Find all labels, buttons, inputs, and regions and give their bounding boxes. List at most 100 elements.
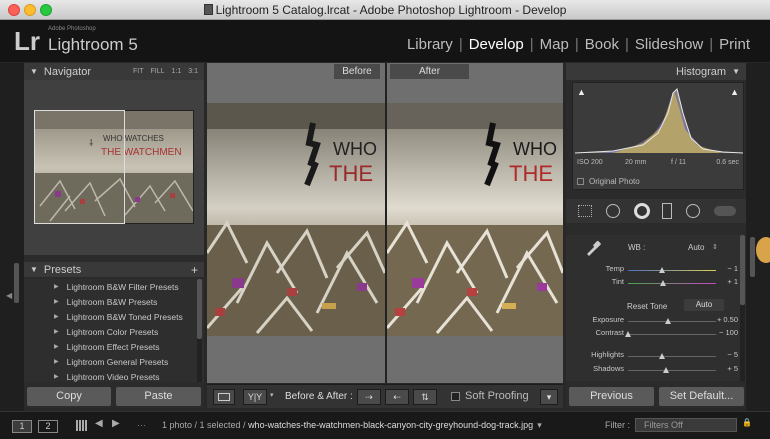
expand-triangle-icon[interactable]: ▶ [54, 328, 59, 335]
navigator-view-box[interactable] [34, 110, 125, 224]
preset-folder[interactable]: ▶ Lightroom B&W Presets [24, 294, 204, 309]
chevron-down-icon[interactable]: ▾ [537, 420, 542, 430]
red-eye-icon[interactable] [634, 203, 650, 219]
zoom-3-1[interactable]: 3:1 [188, 68, 198, 75]
collapse-triangle-icon[interactable]: ▼ [30, 265, 38, 274]
shadows-value[interactable]: + 5 [698, 364, 738, 373]
set-default-button[interactable]: Set Default... [659, 387, 744, 406]
shadows-slider-thumb[interactable] [663, 367, 669, 373]
module-print[interactable]: Print [713, 36, 756, 53]
forward-arrow-icon[interactable]: ▶ [112, 418, 120, 429]
exposure-slider-thumb[interactable] [665, 318, 671, 324]
expand-triangle-icon[interactable]: ▶ [54, 283, 59, 290]
highlights-value[interactable]: − 5 [698, 350, 738, 359]
soft-proofing-checkbox[interactable] [451, 392, 460, 401]
loupe-view-button[interactable] [213, 389, 235, 405]
tint-slider-thumb[interactable] [660, 280, 666, 286]
expand-triangle-icon[interactable]: ▶ [54, 313, 59, 320]
histogram[interactable]: ▲ ▲ ISO 200 20 mm f / 11 0.6 sec Origina… [572, 82, 744, 190]
zoom-1-1[interactable]: 1:1 [172, 68, 182, 75]
spot-removal-icon[interactable] [606, 204, 620, 218]
module-develop[interactable]: Develop [463, 36, 530, 53]
tint-value[interactable]: + 1 [698, 277, 738, 286]
temp-slider-thumb[interactable] [659, 267, 665, 273]
svg-text:THE: THE [509, 161, 553, 186]
module-map[interactable]: Map [534, 36, 575, 53]
white-balance-picker-icon[interactable] [584, 239, 602, 257]
back-arrow-icon[interactable]: ◀ [95, 418, 103, 429]
original-photo-checkbox[interactable] [577, 178, 584, 185]
swap-before-after-button[interactable]: ⇅ [413, 389, 437, 405]
collapse-triangle-icon[interactable]: ▼ [30, 67, 38, 76]
module-library[interactable]: Library [401, 36, 459, 53]
filter-select[interactable]: Filters Off [635, 418, 737, 432]
add-preset-icon[interactable]: + [191, 263, 198, 277]
secondary-screen-button[interactable]: 2 [38, 420, 58, 433]
arrow-right-icon: ⇢ [365, 392, 373, 402]
highlights-slider-thumb[interactable] [659, 353, 665, 359]
preset-folder[interactable]: ▶ Lightroom Color Presets [24, 324, 204, 339]
contrast-value[interactable]: − 100 [698, 328, 738, 337]
module-picker: Library | Develop | Map | Book | Slideshow | … [401, 36, 756, 53]
presets-scrollbar[interactable] [197, 279, 202, 382]
wb-value[interactable]: Auto [688, 243, 704, 252]
presets-header[interactable]: ▼ Presets + [24, 262, 204, 277]
view-dropdown-icon[interactable]: ▾ [270, 391, 274, 399]
preset-folder[interactable]: ▶ Lightroom B&W Filter Presets [24, 279, 204, 294]
left-scrollbar[interactable] [14, 263, 19, 303]
source-filename[interactable]: who-watches-the-watchmen-black-canyon-ci… [248, 420, 533, 430]
histogram-header[interactable]: Histogram ▼ [566, 63, 746, 80]
zoom-fit[interactable]: FIT [133, 68, 144, 75]
develop-scrollbar[interactable] [740, 235, 745, 381]
zoom-fill[interactable]: FILL [151, 68, 165, 75]
contrast-slider-thumb[interactable] [625, 331, 631, 337]
preset-folder[interactable]: ▶ Lightroom Video Presets [24, 369, 204, 382]
expand-triangle-icon[interactable]: ▶ [54, 373, 59, 380]
expand-triangle-icon[interactable]: ▶ [54, 343, 59, 350]
after-photo[interactable]: WHO THE [387, 103, 563, 336]
right-scrollbar[interactable] [750, 237, 755, 277]
previous-button[interactable]: Previous [569, 387, 654, 406]
collapse-left-panel-icon[interactable]: ◀ [6, 291, 12, 300]
adjustment-brush-icon[interactable] [714, 206, 736, 216]
preset-folder-label: Lightroom B&W Filter Presets [66, 281, 179, 292]
basic-panel: WB : Auto ⇕ Temp − 1 Tint + 1 Reset Tone… [566, 235, 746, 381]
copy-button[interactable]: Copy [27, 387, 111, 406]
copy-after-to-before-button[interactable]: ⇠ [385, 389, 409, 405]
before-photo[interactable]: WHO THE [207, 103, 385, 336]
wb-dropdown-icon[interactable]: ⇕ [712, 243, 718, 251]
module-slideshow[interactable]: Slideshow [629, 36, 709, 53]
radial-filter-icon[interactable] [686, 204, 700, 218]
expand-triangle-icon[interactable]: ▶ [54, 358, 59, 365]
exposure-value[interactable]: + 0.50 [698, 315, 738, 324]
navigator-header[interactable]: ▼ Navigator FIT FILL 1:1 3:1 [24, 63, 204, 80]
crop-overlay-icon[interactable] [578, 205, 592, 217]
highlight-clipping-icon[interactable]: ▲ [730, 87, 739, 97]
paste-button[interactable]: Paste [116, 387, 201, 406]
grid-view-icon[interactable] [76, 420, 87, 431]
tint-label: Tint [611, 277, 624, 286]
preset-folder[interactable]: ▶ Lightroom Effect Presets [24, 339, 204, 354]
svg-text:THE: THE [329, 161, 373, 186]
main-screen-button[interactable]: 1 [12, 420, 32, 433]
company-name: Adobe Photoshop [48, 26, 96, 32]
highlights-label: Highlights [591, 350, 624, 359]
exposure-row: Exposure + 0.50 [566, 315, 746, 327]
filter-label: Filter : [605, 420, 631, 430]
focal-length: 20 mm [625, 159, 647, 166]
toolbar-menu-button[interactable]: ▾ [540, 389, 558, 405]
expand-triangle-icon[interactable]: ▶ [54, 298, 59, 305]
before-after-view-button[interactable]: Y|Y [243, 389, 267, 405]
preset-folder[interactable]: ▶ Lightroom B&W Toned Presets [24, 309, 204, 324]
auto-tone-button[interactable]: Auto [684, 299, 724, 311]
graduated-filter-icon[interactable] [662, 203, 672, 219]
preset-folder[interactable]: ▶ Lightroom General Presets [24, 354, 204, 369]
scroll-handle-icon[interactable] [756, 237, 770, 263]
preset-folder-label: Lightroom B&W Toned Presets [66, 311, 183, 322]
copy-before-to-after-button[interactable]: ⇢ [357, 389, 381, 405]
shadow-clipping-icon[interactable]: ▲ [577, 87, 586, 97]
collapse-triangle-icon[interactable]: ▼ [732, 67, 740, 76]
temp-value[interactable]: − 1 [698, 264, 738, 273]
module-book[interactable]: Book [579, 36, 625, 53]
filter-lock-icon[interactable]: 🔒 [742, 418, 752, 427]
